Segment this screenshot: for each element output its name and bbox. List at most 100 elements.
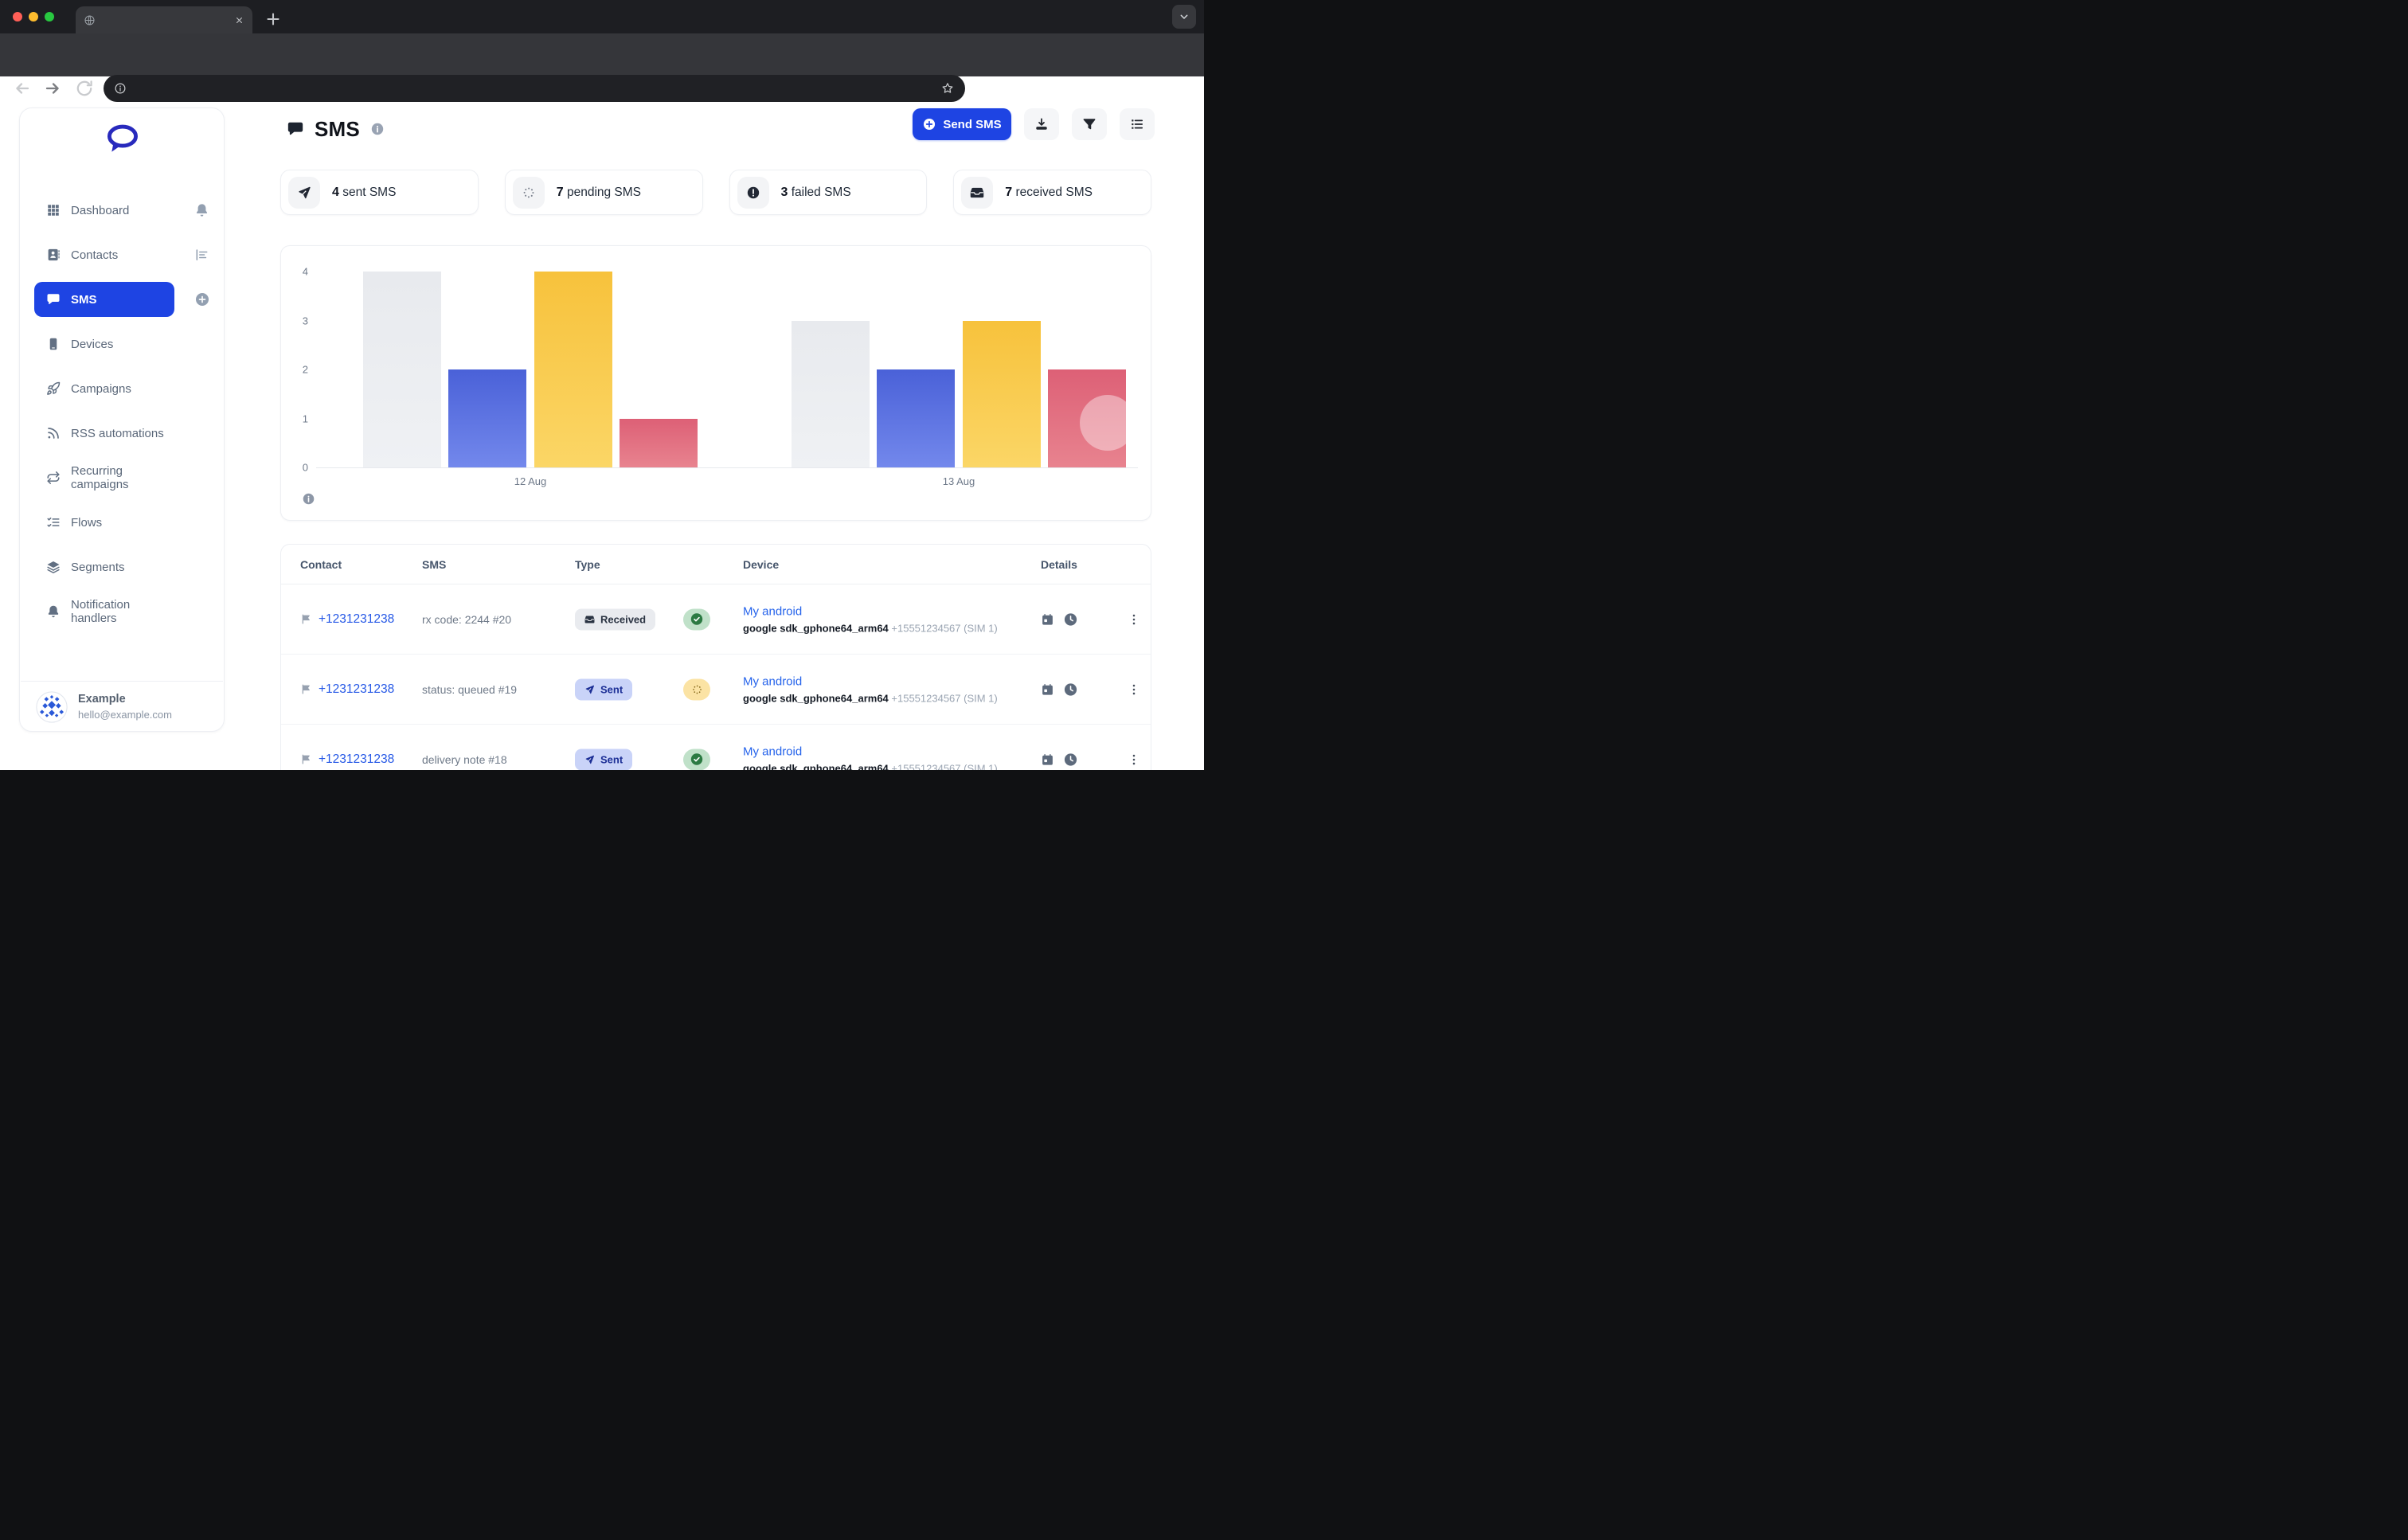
- list-view-button[interactable]: [1120, 108, 1155, 140]
- send-sms-label: Send SMS: [943, 118, 1001, 131]
- table-row: +1231231238 delivery note #18 Sent My andro…: [281, 725, 1151, 770]
- contact-phone-link[interactable]: +1231231238: [319, 612, 394, 627]
- browser-toolbar: [0, 33, 1204, 76]
- kebab-menu-icon[interactable]: [1127, 612, 1141, 627]
- sidebar-item-label: Notification handlers: [71, 598, 174, 625]
- sidebar-item-label: Segments: [71, 561, 125, 574]
- column-header-sms: SMS: [422, 558, 446, 571]
- sidebar-divider: [21, 681, 223, 682]
- bar-sent-12-aug: [448, 369, 526, 467]
- device-name-link[interactable]: My android: [743, 674, 998, 688]
- kebab-menu-icon[interactable]: [1127, 682, 1141, 697]
- filter-button[interactable]: [1072, 108, 1107, 140]
- sms-bar-chart: 0123412 Aug13 Aug: [280, 245, 1151, 521]
- status-chip-success: [683, 749, 710, 770]
- app-window: Dashboard Contacts SMS Devices Campaigns RSS …: [0, 0, 1204, 770]
- bell-icon[interactable]: [194, 203, 209, 218]
- send-icon: [584, 684, 595, 694]
- chat-icon: [46, 292, 61, 307]
- send-sms-button[interactable]: Send SMS: [913, 108, 1011, 140]
- traffic-light-zoom[interactable]: [45, 12, 54, 21]
- type-badge-sent: Sent: [575, 678, 632, 700]
- back-button[interactable]: [13, 79, 32, 98]
- download-icon: [1034, 117, 1049, 131]
- device-name-link[interactable]: My android: [743, 604, 998, 618]
- sidebar-item-sms[interactable]: SMS: [34, 282, 174, 317]
- page-title: SMS: [315, 117, 360, 142]
- chart-bars-icon[interactable]: [194, 248, 209, 263]
- sidebar-item-label: Contacts: [71, 248, 118, 262]
- contact-cell: +1231231238: [300, 752, 394, 767]
- type-badge-label: Sent: [600, 753, 623, 765]
- sidebar-item-flows[interactable]: Flows: [34, 505, 174, 540]
- stat-icon-box: [961, 177, 993, 209]
- list-icon: [1130, 117, 1144, 131]
- stats-row: 4 sent SMS7 pending SMS3 failed SMS7 rec…: [280, 170, 1151, 215]
- contact-phone-link[interactable]: +1231231238: [319, 752, 394, 767]
- sidebar-item-segments[interactable]: Segments: [34, 549, 174, 584]
- device-name-link[interactable]: My android: [743, 745, 998, 758]
- watermark: [1080, 395, 1136, 451]
- flag-icon: [300, 753, 312, 765]
- avatar: [36, 691, 68, 723]
- app-logo-speech-bubble: [104, 123, 141, 154]
- device-model-line: google sdk_gphone64_arm64 +15551234567 (…: [743, 762, 998, 770]
- column-header-device: Device: [743, 558, 779, 571]
- chevron-down-icon: [1178, 10, 1190, 23]
- browser-tab[interactable]: [76, 6, 252, 33]
- forward-button[interactable]: [43, 79, 62, 98]
- alert-circle-icon: [746, 186, 760, 200]
- table-header: ContactSMSTypeDeviceDetails: [281, 545, 1151, 584]
- column-header-contact: Contact: [300, 558, 342, 571]
- reload-button[interactable]: [75, 79, 94, 98]
- grid-icon: [46, 203, 61, 217]
- sms-text: delivery note #18: [422, 753, 507, 766]
- column-header-type: Type: [575, 558, 600, 571]
- send-icon: [584, 754, 595, 764]
- device-cell: My androidgoogle sdk_gphone64_arm64 +155…: [743, 674, 998, 704]
- plus-circle-icon[interactable]: [194, 291, 210, 307]
- user-account[interactable]: Example hello@example.com: [36, 691, 172, 723]
- sidebar-item-notification-handlers[interactable]: Notification handlers: [34, 594, 174, 629]
- check-circle-icon: [690, 752, 704, 767]
- y-tick-label: 4: [289, 266, 308, 278]
- export-download-button[interactable]: [1024, 108, 1059, 140]
- sidebar-item-recurring-campaigns[interactable]: Recurring campaigns: [34, 460, 174, 495]
- calendar-icon: [1041, 752, 1054, 766]
- site-info-icon[interactable]: [114, 82, 127, 95]
- checklist-icon: [46, 515, 61, 530]
- stat-card-pending-sms: 7 pending SMS: [505, 170, 703, 215]
- clock-icon: [1063, 682, 1078, 697]
- table-body: +1231231238rx code: 2244 #20ReceivedMy a…: [281, 584, 1151, 770]
- device-cell: My android google sdk_gphone64_arm64 +155…: [743, 604, 998, 634]
- sidebar-nav: Dashboard Contacts SMS Devices Campaigns RSS …: [34, 193, 209, 639]
- stat-text: 3 failed SMS: [781, 186, 851, 200]
- contact-phone-link[interactable]: +1231231238: [319, 682, 394, 697]
- new-tab-button[interactable]: [264, 10, 283, 29]
- bell-icon: [46, 604, 61, 619]
- sidebar-item-contacts[interactable]: Contacts: [34, 237, 174, 272]
- clock-icon: [1063, 612, 1078, 627]
- traffic-light-minimize[interactable]: [29, 12, 38, 21]
- bar-received-12-aug: [363, 272, 441, 467]
- sidebar-item-campaigns[interactable]: Campaigns: [34, 371, 174, 406]
- kebab-menu-icon[interactable]: [1127, 752, 1141, 767]
- traffic-light-close[interactable]: [13, 12, 22, 21]
- close-icon[interactable]: [234, 15, 244, 25]
- repeat-icon: [46, 471, 61, 485]
- sidebar-item-rss-automations[interactable]: RSS automations: [34, 416, 174, 451]
- chart-info-icon[interactable]: [302, 492, 315, 506]
- sidebar-item-devices[interactable]: Devices: [34, 326, 174, 362]
- flag-icon: [300, 613, 312, 625]
- stat-icon-box: [737, 177, 769, 209]
- y-tick-label: 2: [289, 364, 308, 376]
- bar-received-13-aug: [792, 321, 870, 468]
- info-icon[interactable]: [370, 122, 385, 136]
- user-name: Example: [78, 692, 172, 708]
- send-icon: [297, 186, 311, 200]
- filter-icon: [1082, 117, 1096, 131]
- spinner-icon: [691, 683, 703, 695]
- sidebar-item-dashboard[interactable]: Dashboard: [34, 193, 174, 228]
- tab-search-button[interactable]: [1172, 5, 1196, 29]
- device-model-line: google sdk_gphone64_arm64 +15551234567 (…: [743, 622, 998, 634]
